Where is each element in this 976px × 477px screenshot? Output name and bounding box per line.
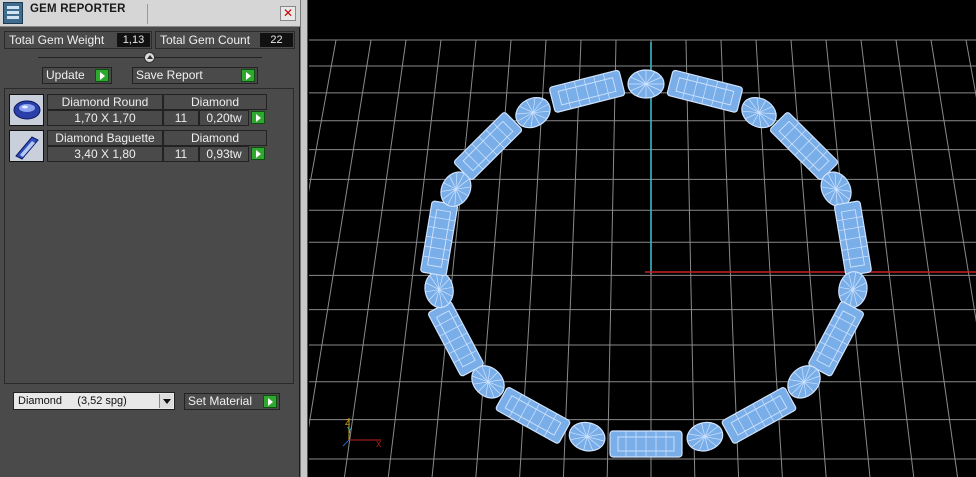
round-stone (627, 69, 665, 99)
grid-line (965, 39, 976, 99)
title-bar: GEM REPORTER ✕ (0, 0, 300, 27)
panel-collapse-toggle-icon[interactable] (144, 52, 155, 63)
gem-list: Diamond Round Diamond 1,70 X 1,70 11 0,2… (4, 88, 294, 384)
grid-line (309, 39, 337, 192)
gem-reporter-app-icon (3, 2, 23, 24)
list-item[interactable]: Diamond Round Diamond 1,70 X 1,70 11 0,2… (9, 94, 271, 126)
gem-ring-model[interactable] (420, 69, 872, 458)
gem-count: 11 (163, 146, 199, 162)
round-stone (568, 421, 606, 452)
baguette-stone (666, 69, 743, 113)
grid-line (343, 39, 407, 477)
baguette-stone (420, 200, 459, 277)
viewport-canvas[interactable]: Z Y X (309, 0, 976, 477)
gem-size: 3,40 X 1,80 (47, 146, 163, 162)
gem-select-arrow-icon[interactable] (251, 147, 265, 160)
gizmo-z-axis (342, 439, 350, 447)
panel-splitter[interactable] (300, 0, 308, 477)
total-gem-count-label: Total Gem Count (160, 33, 251, 47)
gem-name: Diamond Baguette (47, 130, 163, 146)
material-dropdown-value: Diamond (3,52 spg) (18, 395, 127, 407)
gem-material: Diamond (163, 94, 267, 110)
grid-line (309, 39, 372, 429)
save-report-button-label: Save Report (136, 68, 203, 82)
update-button[interactable]: Update (42, 67, 112, 84)
grid-line (895, 39, 959, 477)
material-dropdown[interactable]: Diamond (3,52 spg) (13, 392, 175, 410)
gem-size: 1,70 X 1,70 (47, 110, 163, 126)
close-button[interactable]: ✕ (280, 6, 296, 21)
round-gem-icon (9, 94, 44, 126)
play-arrow-icon (263, 395, 277, 408)
grid-line (790, 39, 827, 477)
gem-weight: 0,93tw (199, 146, 249, 162)
grid-line (685, 39, 696, 477)
baguette-stone (833, 200, 872, 277)
total-gem-count-value: 22 (260, 33, 293, 47)
gem-name: Diamond Round (47, 94, 163, 110)
3d-viewport[interactable]: Z Y X (309, 0, 976, 477)
total-gem-weight-value: 1,13 (117, 33, 150, 47)
list-item[interactable]: Diamond Baguette Diamond 3,40 X 1,80 11 … (9, 130, 271, 162)
gem-count: 11 (163, 110, 199, 126)
gizmo-y-label: Y (347, 426, 353, 435)
save-report-button[interactable]: Save Report (132, 67, 258, 84)
set-material-button-label: Set Material (188, 394, 253, 408)
baguette-stone (453, 112, 523, 181)
total-gem-weight-box: Total Gem Weight 1,13 (4, 31, 152, 49)
grid-line (930, 39, 976, 323)
baguette-stone (721, 387, 797, 444)
chevron-down-icon[interactable] (159, 394, 173, 408)
gem-weight: 0,20tw (199, 110, 249, 126)
update-button-label: Update (46, 68, 85, 82)
baguette-stone (549, 69, 626, 113)
total-gem-weight-label: Total Gem Weight (9, 33, 105, 47)
baguette-stone (495, 387, 571, 444)
set-material-button[interactable]: Set Material (184, 393, 280, 410)
play-arrow-icon (241, 69, 255, 82)
play-arrow-icon (95, 69, 109, 82)
ground-grid (309, 39, 976, 477)
baguette-stone (769, 112, 839, 181)
total-gem-count-box: Total Gem Count 22 (155, 31, 295, 49)
baguette-stone (609, 430, 683, 458)
title-separator (147, 4, 148, 24)
gem-reporter-panel: GEM REPORTER ✕ Total Gem Weight 1,13 Tot… (0, 0, 300, 477)
gizmo-x-label: X (376, 440, 382, 449)
grid-line (606, 39, 617, 477)
gem-select-arrow-icon[interactable] (251, 111, 265, 124)
baguette-stone (428, 301, 484, 377)
gem-material: Diamond (163, 130, 267, 146)
baguette-gem-icon (9, 130, 44, 162)
window-title: GEM REPORTER (30, 3, 126, 15)
round-stone (686, 421, 724, 452)
